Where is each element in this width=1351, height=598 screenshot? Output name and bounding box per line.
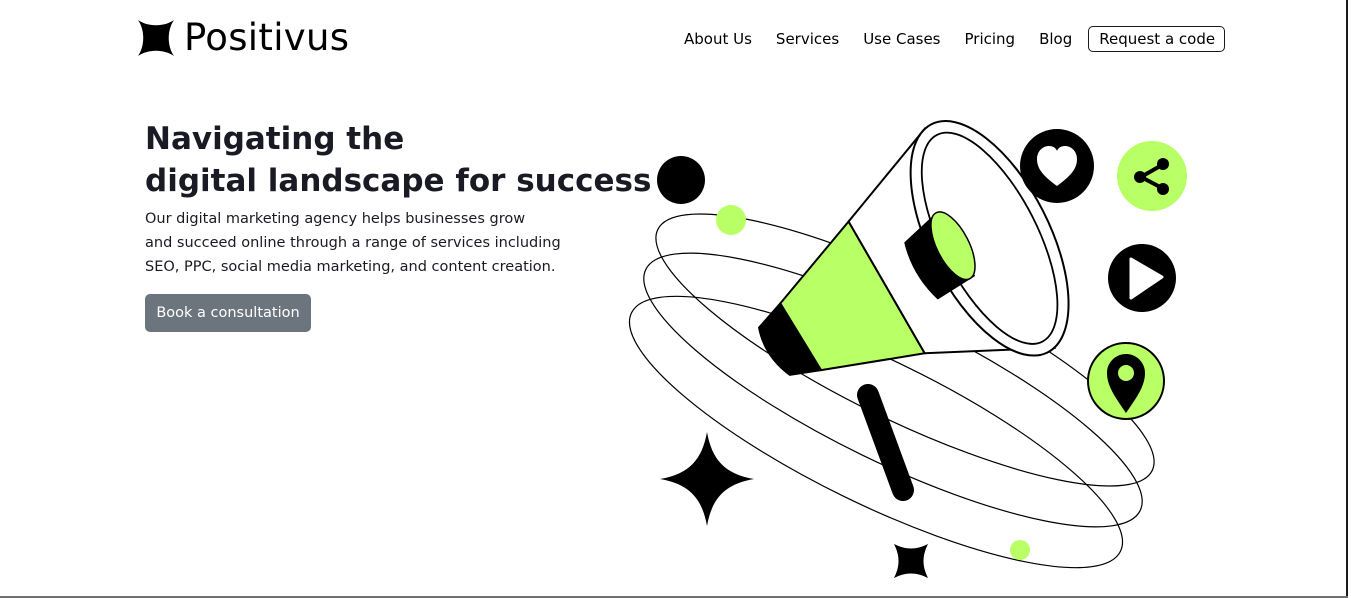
window-edge-right [1346,0,1348,598]
nav-item-services[interactable]: Services [776,27,839,51]
brand-name: Positivus [184,16,350,59]
share-icon [1117,141,1187,211]
nav-item-about-us[interactable]: About Us [684,27,752,51]
hero-title-line-1: Navigating the [145,121,405,157]
hero-illustration [628,120,1187,578]
black-dot [657,156,705,204]
small-star-icon [894,544,928,578]
page: Positivus About Us Services Use Cases Pr… [0,0,1351,598]
green-dot [716,205,746,235]
nav-item-use-cases[interactable]: Use Cases [863,27,940,51]
green-dot-small [1010,540,1030,560]
hero-description-line-1: Our digital marketing agency helps busin… [145,211,526,227]
logo-star-icon [138,20,174,56]
hero-title: Navigating the digital landscape for suc… [145,118,652,202]
hero-description-line-3: SEO, PPC, social media marketing, and co… [145,259,556,275]
brand-logo[interactable]: Positivus [138,18,349,58]
hero-description: Our digital marketing agency helps busin… [145,207,575,279]
hero-description-line-2: and succeed online through a range of se… [145,235,561,251]
megaphone-handle [857,384,914,501]
hero-title-line-2: digital landscape for success [145,163,652,199]
play-icon [1108,244,1176,312]
nav-item-pricing[interactable]: Pricing [965,27,1016,51]
heart-icon [1020,129,1094,203]
location-pin-icon [1087,342,1165,420]
request-code-button[interactable]: Request a code [1088,26,1226,52]
book-consultation-button[interactable]: Book a consultation [145,294,311,332]
sparkle-star-icon [660,432,754,526]
main-nav: About Us Services Use Cases Pricing Blog… [672,26,1237,52]
nav-item-blog[interactable]: Blog [1039,27,1072,51]
